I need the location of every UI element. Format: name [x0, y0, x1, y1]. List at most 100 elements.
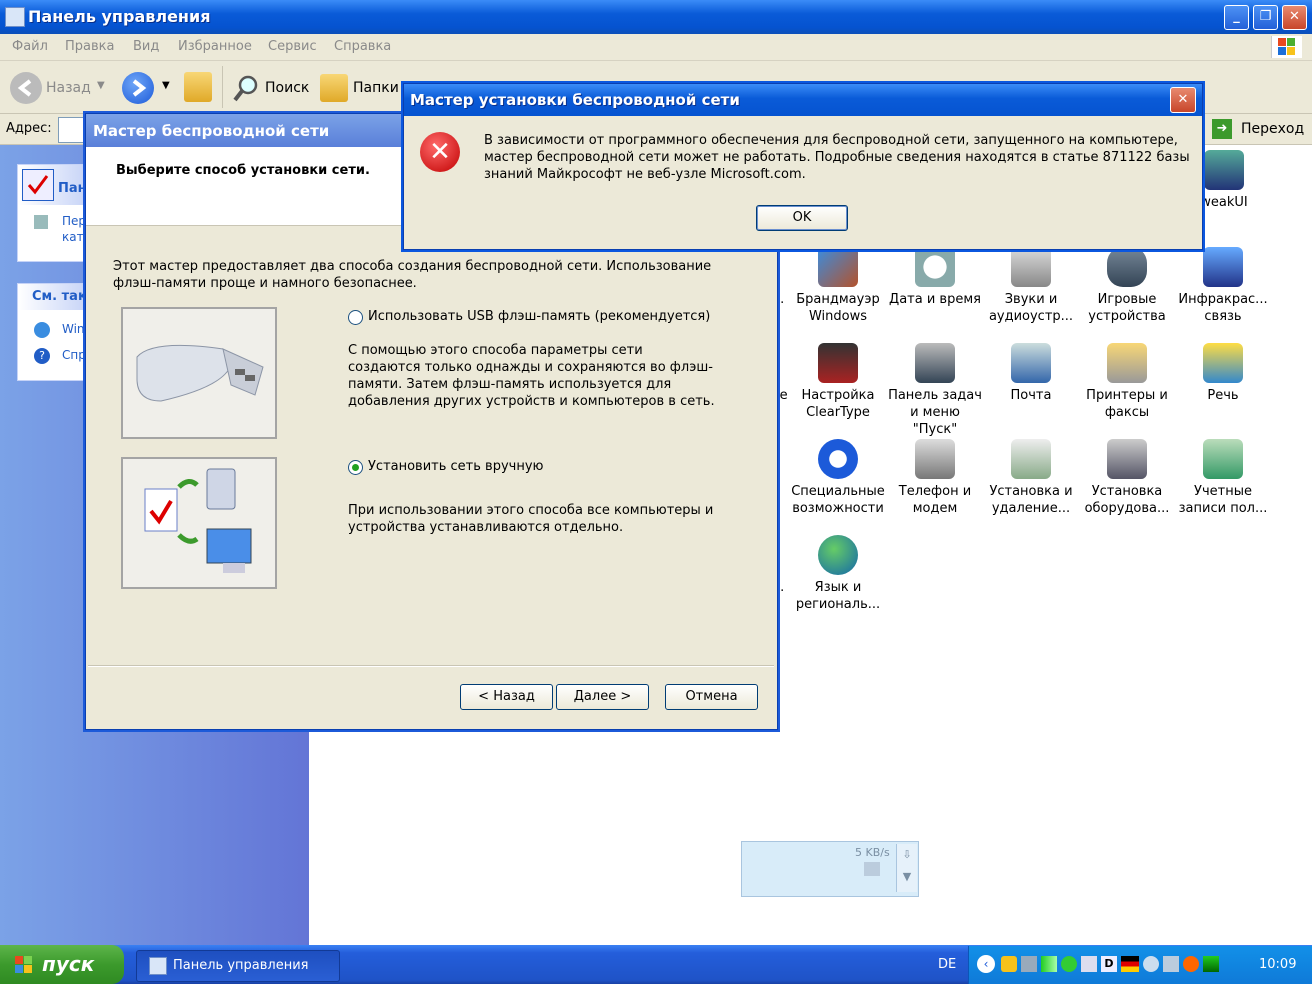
icon-accessibility[interactable]: Специальные возможности: [790, 439, 886, 517]
main-window-title: Панель управления: [28, 7, 211, 26]
help-link[interactable]: Спр: [62, 348, 86, 362]
usb-drive-icon: [136, 344, 264, 402]
speech-icon: [1203, 343, 1243, 383]
connection-icon[interactable]: [1081, 956, 1097, 972]
icon-label: Язык и региональ...: [795, 580, 881, 612]
menu-view[interactable]: Вид: [133, 39, 159, 54]
infrared-icon: [1203, 247, 1243, 287]
address-label: Адрес:: [6, 121, 52, 136]
settings-tray-icon[interactable]: [1143, 956, 1159, 972]
icon-regional[interactable]: Язык и региональ...: [790, 535, 886, 613]
icon-sounds[interactable]: Звуки и аудиоустр...: [983, 247, 1079, 325]
back-button-label[interactable]: Назад: [46, 80, 91, 96]
error-dialog: Мастер установки беспроводной сети ✕ ✕ В…: [403, 83, 1203, 250]
network-speed-widget[interactable]: 5 KB/s ⇩ ▼: [741, 841, 919, 897]
icon-label: Дата и время: [889, 292, 981, 307]
icon-speech[interactable]: Речь: [1175, 343, 1271, 404]
error-dialog-close-button[interactable]: ✕: [1170, 87, 1196, 113]
menu-help[interactable]: Справка: [334, 39, 391, 54]
go-arrow-icon: ➜: [1212, 119, 1232, 139]
up-folder-icon[interactable]: [184, 72, 212, 102]
icon-datetime[interactable]: Дата и время: [887, 247, 983, 308]
usb-option-description: С помощью этого способа параметры сети с…: [348, 343, 715, 409]
icon-taskbar[interactable]: Панель задач и меню "Пуск": [887, 343, 983, 438]
hardware-icon: [1107, 439, 1147, 479]
wizard-back-button[interactable]: < Назад: [460, 684, 553, 710]
network-speed-text: 5 KB/s: [855, 846, 890, 859]
forward-dropdown-icon[interactable]: ▼: [162, 80, 170, 91]
signal-strength-icon[interactable]: [1041, 956, 1057, 972]
meter-tray-icon[interactable]: [1203, 956, 1219, 972]
taskbar-icon: [915, 343, 955, 383]
menu-edit[interactable]: Правка: [65, 39, 114, 54]
icon-label: Речь: [1207, 388, 1239, 403]
error-x-icon: ✕: [420, 132, 460, 172]
forward-arrow-icon[interactable]: [122, 72, 154, 104]
icon-phone-modem[interactable]: Телефон и модем: [887, 439, 983, 517]
icon-printers[interactable]: Принтеры и факсы: [1079, 343, 1175, 421]
menu-tools[interactable]: Сервис: [268, 39, 317, 54]
windows-update-link[interactable]: Win: [62, 322, 85, 336]
see-also-title: См. так: [32, 289, 87, 304]
security-shield-icon[interactable]: [1001, 956, 1017, 972]
icon-label: Настройка ClearType: [801, 388, 875, 420]
manual-option-description: При использовании этого способа все комп…: [348, 503, 714, 535]
icon-cleartype[interactable]: Настройка ClearType: [790, 343, 886, 421]
address-input[interactable]: [58, 117, 88, 143]
back-arrow-icon[interactable]: [10, 72, 42, 104]
icon-label: Принтеры и факсы: [1086, 388, 1168, 420]
tweakui-icon: [1204, 150, 1244, 190]
status-check-icon[interactable]: [1061, 956, 1077, 972]
maximize-button[interactable]: ❐: [1253, 5, 1278, 30]
search-icon[interactable]: [232, 74, 260, 102]
d-app-icon[interactable]: D: [1101, 956, 1117, 972]
german-flag-icon[interactable]: [1121, 956, 1139, 972]
orange-app-icon[interactable]: [1183, 956, 1199, 972]
tray-expand-icon[interactable]: ‹: [977, 955, 995, 973]
icon-firewall[interactable]: Брандмауэр Windows: [790, 247, 886, 325]
icon-game-controllers[interactable]: Игровые устройства: [1079, 247, 1175, 325]
icon-label: Брандмауэр Windows: [796, 292, 880, 324]
search-button-label[interactable]: Поиск: [265, 80, 309, 96]
taskbar-task-control-panel[interactable]: Панель управления: [136, 950, 340, 982]
icon-infrared[interactable]: Инфракрас... связь: [1175, 247, 1271, 325]
network-icon[interactable]: [1021, 956, 1037, 972]
usb-option-radio[interactable]: [348, 310, 364, 326]
icon-label: weakUI: [1200, 195, 1248, 210]
usb-flash-image: [121, 307, 277, 439]
clock[interactable]: 10:09: [1259, 957, 1296, 972]
phone-icon: [915, 439, 955, 479]
toolbar-separator: [222, 66, 223, 108]
monitor-tray-icon[interactable]: [1163, 956, 1179, 972]
control-panel-task-icon: [149, 957, 167, 975]
icon-label: Установка и удаление...: [989, 484, 1073, 516]
language-indicator[interactable]: DE: [938, 957, 956, 972]
manual-option-radio[interactable]: [348, 460, 364, 476]
menu-favorites[interactable]: Избранное: [178, 39, 252, 54]
taskbar-task-label: Панель управления: [173, 958, 309, 973]
icon-label: Учетные записи пол...: [1178, 484, 1268, 516]
widget-scroll-arrows-icon[interactable]: ⇩ ▼: [896, 844, 917, 892]
go-button[interactable]: ➜ Переход: [1210, 117, 1312, 141]
task-panel-title: Пан: [58, 181, 87, 196]
minimize-button[interactable]: _: [1224, 5, 1249, 30]
icon-user-accounts[interactable]: Учетные записи пол...: [1175, 439, 1271, 517]
icon-add-hardware[interactable]: Установка оборудова...: [1079, 439, 1175, 517]
control-panel-check-icon: [22, 169, 54, 201]
start-button[interactable]: пуск: [0, 945, 124, 984]
usb-option-label[interactable]: Использовать USB флэш-память (рекомендуе…: [368, 309, 710, 324]
error-ok-button[interactable]: OK: [756, 205, 848, 231]
close-button[interactable]: ✕: [1282, 5, 1307, 30]
menu-file[interactable]: Файл: [12, 39, 48, 54]
folders-icon[interactable]: [320, 74, 348, 102]
manual-option-label[interactable]: Установить сеть вручную: [368, 459, 543, 474]
firewall-icon: [818, 247, 858, 287]
back-dropdown-icon[interactable]: ▼: [97, 80, 105, 91]
wizard-next-button[interactable]: Далее >: [556, 684, 649, 710]
icon-add-remove[interactable]: Установка и удаление...: [983, 439, 1079, 517]
folders-button-label[interactable]: Папки: [353, 80, 399, 96]
start-button-label: пуск: [42, 952, 95, 976]
windows-logo-icon: [1271, 36, 1302, 58]
wizard-cancel-button[interactable]: Отмена: [665, 684, 758, 710]
icon-mail[interactable]: Почта: [983, 343, 1079, 404]
